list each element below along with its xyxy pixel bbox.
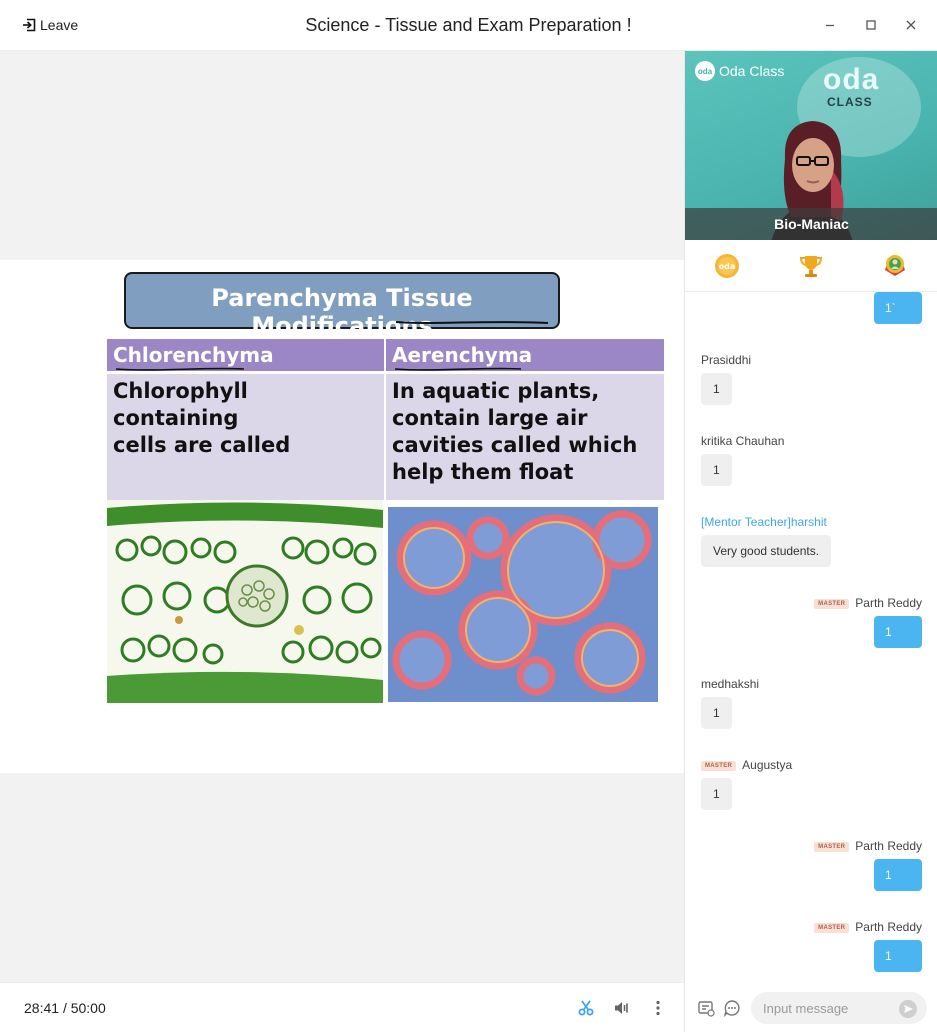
chat-bubble: 1 bbox=[701, 373, 732, 405]
chat-bubble: 1 bbox=[701, 697, 732, 729]
send-icon bbox=[904, 1005, 913, 1013]
master-badge: MASTER bbox=[814, 598, 850, 609]
chat-panel[interactable]: 1` Prasiddhi 1 kritika Chauhan 1 [Mentor… bbox=[685, 292, 937, 984]
chat-sender: kritika Chauhan bbox=[701, 434, 785, 448]
column-heading: Chlorenchyma bbox=[113, 343, 274, 367]
elapsed-time: 28:41 bbox=[24, 1000, 60, 1016]
close-icon bbox=[906, 20, 916, 30]
maximize-icon bbox=[866, 20, 876, 30]
handwritten-underline bbox=[395, 321, 549, 324]
playback-bar: 28:41 / 50:00 bbox=[0, 982, 684, 1032]
sender-name: Augustya bbox=[742, 758, 793, 772]
emoji-button[interactable] bbox=[723, 999, 741, 1018]
more-vertical-icon bbox=[656, 1000, 660, 1016]
speaker-icon bbox=[615, 1002, 628, 1014]
column-body-chlorenchyma: Chlorophyll containing cells are called bbox=[107, 374, 384, 500]
master-badge: MASTER bbox=[814, 922, 850, 933]
volume-button[interactable] bbox=[613, 999, 631, 1017]
chlorenchyma-micrograph bbox=[107, 500, 383, 703]
time-separator: / bbox=[62, 1000, 67, 1016]
sender-name: Parth Reddy bbox=[855, 596, 922, 610]
column-body-aerenchyma: In aquatic plants, contain large air cav… bbox=[386, 374, 664, 500]
chat-bubble: 1 bbox=[701, 778, 732, 810]
close-button[interactable] bbox=[903, 17, 919, 33]
award-badge-icon[interactable] bbox=[881, 252, 909, 280]
handwritten-underline bbox=[394, 367, 522, 371]
column-heading: Aerenchyma bbox=[392, 343, 533, 367]
chat-bubble-self: 1 bbox=[874, 940, 922, 972]
backdrop-logo-subtext: CLASS bbox=[827, 95, 873, 109]
chat-settings-button[interactable] bbox=[697, 999, 715, 1017]
brand-logo: oda Oda Class bbox=[695, 61, 784, 81]
presenter-name: Bio-Maniac bbox=[774, 216, 849, 232]
oda-coin-icon[interactable]: oda bbox=[713, 252, 741, 280]
chat-bubble-self: 1` bbox=[874, 292, 922, 324]
chat-bubble: 1 bbox=[701, 454, 732, 486]
sender-name: Parth Reddy bbox=[855, 920, 922, 934]
chat-sender: medhakshi bbox=[701, 677, 760, 691]
oda-logo-icon: oda bbox=[695, 61, 715, 81]
slide: Parenchyma Tissue Modifications Chlorenc… bbox=[0, 260, 684, 773]
master-badge: MASTER bbox=[814, 841, 850, 852]
total-time: 50:00 bbox=[70, 1000, 106, 1016]
presenter-name-strip: Bio-Maniac bbox=[685, 208, 937, 240]
reward-toolbar: oda bbox=[685, 240, 937, 292]
chat-sender-self: MASTER Parth Reddy bbox=[814, 839, 922, 853]
column-header-aerenchyma: Aerenchyma bbox=[386, 339, 664, 371]
column-header-chlorenchyma: Chlorenchyma bbox=[107, 339, 384, 371]
brand-name: Oda Class bbox=[719, 63, 785, 79]
title-bar: Leave Science - Tissue and Exam Preparat… bbox=[0, 0, 937, 51]
trophy-icon[interactable] bbox=[797, 252, 825, 280]
chat-bubble-icon bbox=[723, 1000, 740, 1018]
right-panel: oda Oda Class oda CLASS Bio-Maniac oda 1… bbox=[684, 51, 937, 1032]
whiteboard-stage: Parenchyma Tissue Modifications Chlorenc… bbox=[0, 51, 684, 982]
column-text: In aquatic plants, contain large air cav… bbox=[392, 379, 638, 484]
minimize-icon bbox=[826, 24, 834, 27]
chat-filter-icon bbox=[698, 1001, 715, 1017]
slide-title: Parenchyma Tissue Modifications bbox=[211, 284, 473, 340]
chat-sender-mentor: [Mentor Teacher]harshit bbox=[701, 515, 827, 529]
scissors-icon bbox=[578, 1000, 594, 1016]
backdrop-logo-text: oda bbox=[823, 63, 880, 96]
send-button[interactable] bbox=[899, 1000, 917, 1018]
master-badge: MASTER bbox=[701, 760, 737, 771]
chat-bubble-self: 1 bbox=[874, 616, 922, 648]
sender-name: Parth Reddy bbox=[855, 839, 922, 853]
svg-text:oda: oda bbox=[719, 262, 736, 271]
window-title: Science - Tissue and Exam Preparation ! bbox=[305, 15, 632, 35]
aerenchyma-micrograph bbox=[386, 500, 664, 703]
column-text: Chlorophyll containing cells are called bbox=[113, 379, 291, 457]
maximize-button[interactable] bbox=[863, 17, 879, 33]
handwritten-underline bbox=[115, 367, 245, 371]
chat-input-bar bbox=[685, 984, 937, 1032]
class-timer: 28:41 / 50:00 bbox=[24, 1000, 106, 1016]
chat-sender-self: MASTER Parth Reddy bbox=[814, 596, 922, 610]
chat-sender-self: MASTER Parth Reddy bbox=[814, 920, 922, 934]
chat-sender: Prasiddhi bbox=[701, 353, 752, 367]
slide-title-box: Parenchyma Tissue Modifications bbox=[124, 272, 560, 340]
chat-bubble-self: 1 bbox=[874, 859, 922, 891]
chat-bubble: Very good students. bbox=[701, 535, 832, 567]
more-options-button[interactable] bbox=[649, 999, 667, 1017]
minimize-button[interactable] bbox=[822, 17, 838, 33]
chat-sender: MASTER Augustya bbox=[701, 758, 792, 772]
clip-button[interactable] bbox=[577, 999, 595, 1017]
teacher-video[interactable]: oda Oda Class oda CLASS Bio-Maniac bbox=[685, 51, 937, 240]
